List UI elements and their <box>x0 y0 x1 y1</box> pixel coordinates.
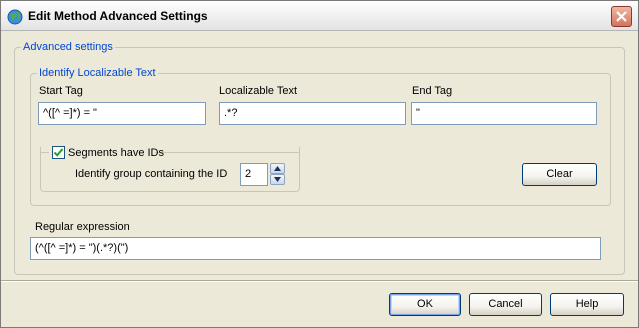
group-id-label: Identify group containing the ID <box>75 168 228 180</box>
localizable-text-input[interactable]: .*? <box>219 102 406 125</box>
group-id-spin-down[interactable] <box>270 174 285 185</box>
checkmark-icon <box>53 148 64 157</box>
dialog-window: Edit Method Advanced Settings Advanced s… <box>0 0 639 328</box>
group-id-spin-up[interactable] <box>270 163 285 174</box>
segments-have-ids-checkbox[interactable] <box>52 146 65 159</box>
help-button[interactable]: Help <box>550 293 624 316</box>
arrow-up-icon <box>274 166 281 171</box>
segments-group-top-right <box>155 152 300 153</box>
close-icon <box>616 11 627 22</box>
ok-button[interactable]: OK <box>389 293 461 316</box>
end-tag-label: End Tag <box>412 85 453 97</box>
group-id-input[interactable]: 2 <box>240 163 268 186</box>
cancel-button[interactable]: Cancel <box>469 293 542 316</box>
start-tag-input[interactable]: ^([^ =]*) = " <box>38 102 206 125</box>
regular-expression-label: Regular expression <box>35 221 130 233</box>
globe-icon <box>7 9 23 25</box>
start-tag-label: Start Tag <box>39 85 83 97</box>
close-button[interactable] <box>611 6 632 27</box>
segments-group-top-left <box>40 152 49 153</box>
localizable-text-label: Localizable Text <box>219 85 298 97</box>
regular-expression-input[interactable]: (^([^ =]*) = ")(.*?)(") <box>30 237 601 260</box>
footer-divider <box>1 280 638 282</box>
arrow-down-icon <box>274 177 281 182</box>
clear-button[interactable]: Clear <box>522 163 597 186</box>
title-bar[interactable]: Edit Method Advanced Settings <box>1 1 638 31</box>
identify-localizable-legend: Identify Localizable Text <box>39 67 156 79</box>
advanced-settings-legend: Advanced settings <box>23 41 113 53</box>
end-tag-input[interactable]: " <box>411 102 597 125</box>
segments-have-ids-label[interactable]: Segments have IDs <box>68 147 164 159</box>
window-title: Edit Method Advanced Settings <box>28 9 208 23</box>
